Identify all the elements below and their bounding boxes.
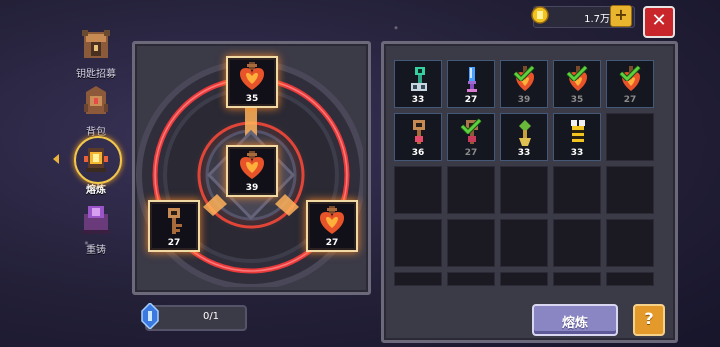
inventory-slot-empty[interactable] (500, 166, 548, 214)
inventory-slot-empty[interactable] (500, 272, 548, 286)
heart-key-icon (320, 206, 344, 234)
inventory-count: 35 (570, 95, 584, 105)
inventory-slot-empty[interactable] (606, 166, 654, 214)
forge-slot-center[interactable]: 39 (226, 145, 278, 197)
heart-key-icon (240, 62, 264, 90)
sidebar-item-label: 钥匙招募 (76, 69, 116, 80)
help-icon: ? (644, 309, 654, 328)
heart-key-icon (240, 151, 264, 179)
inventory-slot[interactable]: 27 (606, 60, 654, 108)
sidebar-item-key-recruit[interactable]: 钥匙招募 (62, 24, 130, 80)
inventory-slot[interactable]: 27 (447, 60, 495, 108)
sidebar-item-backpack[interactable]: 背包 (62, 82, 130, 138)
inventory-slot-empty[interactable] (606, 219, 654, 267)
gold-coin-icon (531, 6, 549, 24)
bee-key-icon (571, 120, 585, 142)
inventory-slot[interactable]: 33 (500, 113, 548, 161)
check-icon (513, 65, 535, 81)
inventory-slot-empty[interactable] (553, 166, 601, 214)
inventory-count: 33 (570, 148, 584, 158)
sidebar-item-label: 重铸 (86, 245, 106, 256)
inventory-slot-empty[interactable] (394, 272, 442, 286)
inventory-slot-empty[interactable] (394, 166, 442, 214)
smelt-button[interactable]: 熔炼 (532, 304, 618, 336)
bronze-key-icon (168, 208, 182, 234)
inventory-slot[interactable]: 36 (394, 113, 442, 161)
crystal-count: 0/1 (202, 311, 220, 322)
inventory-slot[interactable]: 39 (500, 60, 548, 108)
inventory-slot-empty[interactable] (447, 219, 495, 267)
forge-slot-count: 27 (167, 238, 181, 248)
inventory-slot-empty[interactable] (447, 166, 495, 214)
inventory-count: 27 (464, 95, 478, 105)
add-currency-button[interactable]: + (610, 5, 632, 27)
inventory-slot-empty[interactable] (447, 272, 495, 286)
forge-slot-left[interactable]: 27 (148, 200, 200, 252)
green-gear-key-icon (411, 67, 427, 91)
active-indicator-arrow (53, 154, 59, 164)
smelt-icon (84, 148, 108, 172)
forge-slot-count: 39 (245, 183, 259, 193)
help-button[interactable]: ? (633, 304, 665, 336)
crystal-counter: 0/1 (145, 305, 247, 331)
check-icon (566, 65, 588, 81)
inventory-slot-empty[interactable] (500, 219, 548, 267)
check-icon (460, 118, 482, 134)
plus-icon: + (614, 5, 628, 24)
blue-crystal-icon (141, 303, 159, 329)
forge-slot-right[interactable]: 27 (306, 200, 358, 252)
inventory-count: 33 (411, 95, 425, 105)
key-recruit-icon (82, 30, 110, 58)
inventory-count: 27 (623, 95, 637, 105)
inventory-slot-empty[interactable] (553, 272, 601, 286)
close-icon: ✕ (651, 10, 667, 31)
forge-slot-count: 35 (245, 94, 259, 104)
check-icon (619, 65, 641, 81)
recast-icon (82, 206, 110, 234)
inventory-slot-empty[interactable] (394, 219, 442, 267)
inventory-slot[interactable]: 33 (553, 113, 601, 161)
inventory-slot[interactable]: 33 (394, 60, 442, 108)
inventory-count: 39 (517, 95, 531, 105)
leaf-key-icon (519, 120, 531, 146)
inventory-slot-empty[interactable] (606, 113, 654, 161)
inventory-slot[interactable]: 27 (447, 113, 495, 161)
inventory-slot[interactable]: 35 (553, 60, 601, 108)
blue-crystal-key-icon (467, 67, 477, 92)
backpack-icon (84, 86, 108, 114)
inventory-count: 33 (517, 148, 531, 158)
inventory-count: 36 (411, 148, 425, 158)
forge-slot-count: 27 (325, 238, 339, 248)
sidebar-item-smelt[interactable]: 熔炼 (53, 136, 130, 196)
close-button[interactable]: ✕ (643, 6, 675, 38)
bronze-key-icon (413, 120, 425, 144)
forge-slot-top[interactable]: 35 (226, 56, 278, 108)
sidebar-item-recast[interactable]: 重铸 (62, 200, 130, 256)
currency-amount: 1.7万 (584, 14, 610, 25)
inventory-slot-empty[interactable] (606, 272, 654, 286)
inventory-slot-empty[interactable] (553, 219, 601, 267)
smelt-button-label: 熔炼 (561, 316, 588, 331)
inventory-count: 27 (464, 148, 478, 158)
